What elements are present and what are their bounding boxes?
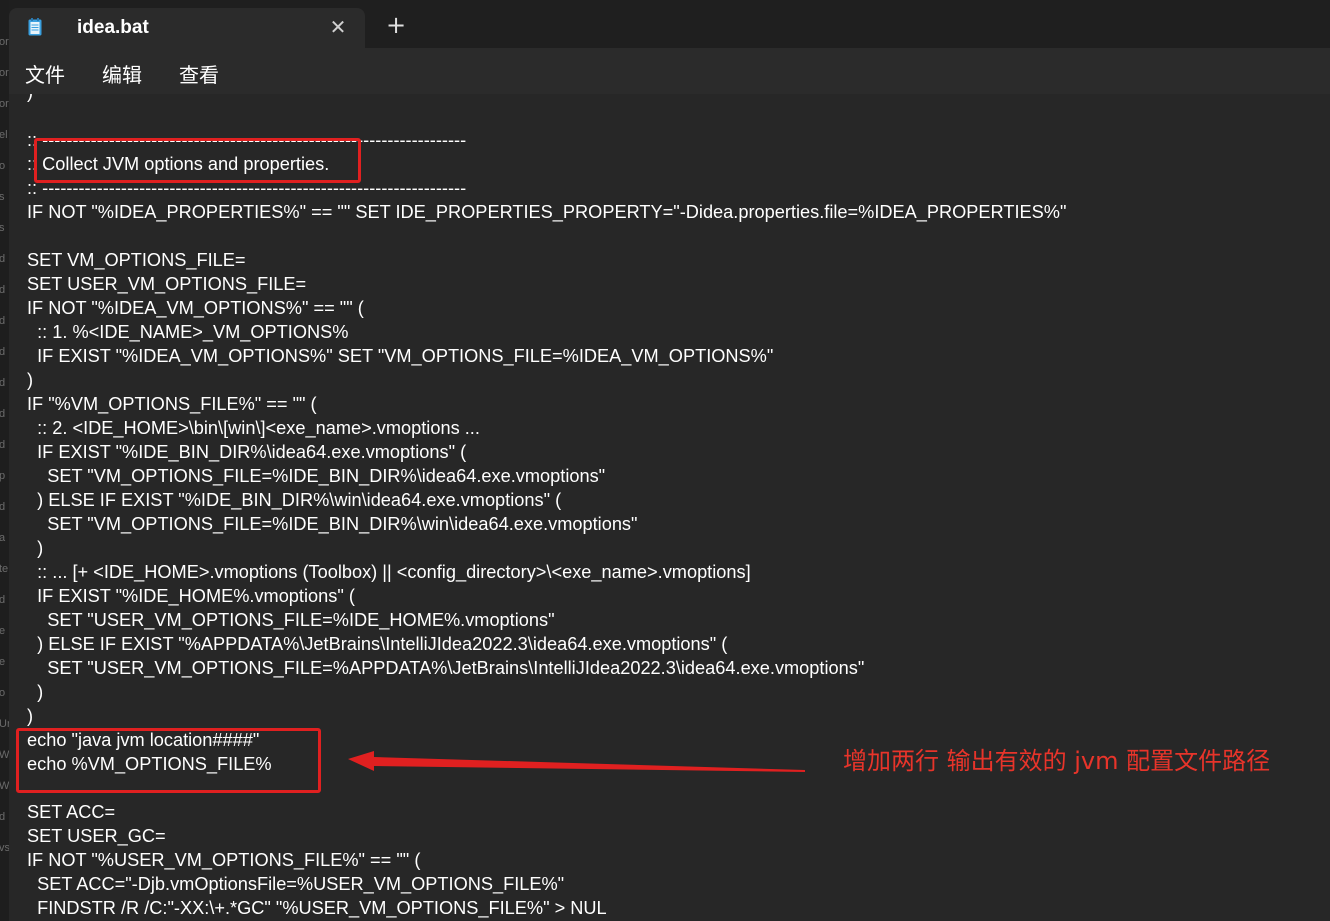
code-line: SET USER_VM_OPTIONS_FILE= bbox=[27, 274, 307, 294]
code-line: SET "USER_VM_OPTIONS_FILE=%IDE_HOME%.vmo… bbox=[27, 610, 555, 630]
code-line: ) bbox=[27, 706, 34, 726]
background-text-fragment: d bbox=[0, 439, 6, 451]
background-text-fragment: s bbox=[0, 191, 5, 203]
background-window-strip: or or or el o s s d d d d d d d p d a te d e e o Ur W Wd vs bbox=[0, 0, 9, 921]
background-text-fragment: or bbox=[0, 98, 9, 110]
background-text-fragment: te bbox=[0, 563, 9, 575]
background-text-fragment: W bbox=[0, 780, 9, 792]
background-text-fragment: d bbox=[0, 346, 6, 358]
code-line: SET ACC="-Djb.vmOptionsFile=%USER_VM_OPT… bbox=[27, 874, 565, 894]
code-line: :: 1. %<IDE_NAME>_VM_OPTIONS% bbox=[27, 322, 349, 342]
background-text-fragment: o bbox=[0, 687, 6, 699]
background-text-fragment: d bbox=[0, 408, 6, 420]
annotation-box-collect-jvm bbox=[34, 138, 361, 183]
background-text-fragment: a bbox=[0, 532, 6, 544]
notepad-icon bbox=[28, 18, 42, 36]
code-line: SET ACC= bbox=[27, 802, 116, 822]
background-text-fragment: s bbox=[0, 222, 5, 234]
code-line: IF "%VM_OPTIONS_FILE%" == "" ( bbox=[27, 394, 317, 414]
background-text-fragment: d bbox=[0, 501, 6, 513]
background-text-fragment: or bbox=[0, 36, 9, 48]
code-line: ) bbox=[27, 538, 44, 558]
code-line: IF EXIST "%IDE_BIN_DIR%\idea64.exe.vmopt… bbox=[27, 442, 467, 462]
new-tab-button[interactable]: + bbox=[385, 13, 407, 37]
background-text-fragment: d bbox=[0, 284, 6, 296]
background-text-fragment: o bbox=[0, 160, 6, 172]
code-line: SET "VM_OPTIONS_FILE=%IDE_BIN_DIR%\idea6… bbox=[27, 466, 606, 486]
code-line: FINDSTR /R /C:"-XX:\+.*GC" "%USER_VM_OPT… bbox=[27, 898, 607, 918]
background-text-fragment: e bbox=[0, 656, 6, 668]
code-line: ) bbox=[27, 94, 33, 104]
annotation-text: 增加两行 输出有效的 jvm 配置文件路径 bbox=[843, 747, 1271, 775]
code-line: SET "USER_VM_OPTIONS_FILE=%APPDATA%\JetB… bbox=[27, 658, 865, 678]
menu-view[interactable]: 查看 bbox=[179, 59, 219, 88]
background-text-fragment: d bbox=[0, 594, 6, 606]
annotation-arrow bbox=[348, 751, 805, 772]
code-line: IF NOT "%USER_VM_OPTIONS_FILE%" == "" ( bbox=[27, 850, 421, 870]
menu-file[interactable]: 文件 bbox=[25, 59, 65, 88]
code-line: ) ELSE IF EXIST "%APPDATA%\JetBrains\Int… bbox=[27, 634, 728, 654]
menu-edit[interactable]: 编辑 bbox=[102, 59, 142, 88]
background-text-fragment: d bbox=[0, 315, 6, 327]
code-line: IF EXIST "%IDE_HOME%.vmoptions" ( bbox=[27, 586, 355, 606]
menu-bar: 文件 编辑 查看 bbox=[9, 48, 1330, 94]
background-text-fragment: Ur bbox=[0, 718, 9, 730]
background-text-fragment: d bbox=[0, 377, 6, 389]
annotation-box-echo-lines bbox=[16, 728, 321, 793]
code-line: SET "VM_OPTIONS_FILE=%IDE_BIN_DIR%\win\i… bbox=[27, 514, 638, 534]
code-line: SET VM_OPTIONS_FILE= bbox=[27, 250, 246, 270]
background-text-fragment: W bbox=[0, 749, 9, 761]
code-line: ) ELSE IF EXIST "%IDE_BIN_DIR%\win\idea6… bbox=[27, 490, 562, 510]
code-line: ) bbox=[27, 682, 44, 702]
code-line: :: 2. <IDE_HOME>\bin\[win\]<exe_name>.vm… bbox=[27, 418, 480, 438]
background-text-fragment: d bbox=[0, 253, 6, 265]
background-text-fragment: el bbox=[0, 129, 8, 141]
background-text-fragment: or bbox=[0, 67, 9, 79]
code-line: :: ... [+ <IDE_HOME>.vmoptions (Toolbox)… bbox=[27, 562, 751, 582]
code-line: ) bbox=[27, 370, 34, 390]
tab-idea-bat[interactable]: idea.bat ✕ bbox=[9, 8, 365, 48]
background-text-fragment: vs bbox=[0, 842, 9, 854]
close-icon[interactable]: ✕ bbox=[329, 17, 347, 37]
code-line: IF NOT "%IDEA_PROPERTIES%" == "" SET IDE… bbox=[27, 202, 1067, 222]
code-line: SET USER_GC= bbox=[27, 826, 166, 846]
background-text-fragment: p bbox=[0, 470, 6, 482]
code-line: IF EXIST "%IDEA_VM_OPTIONS%" SET "VM_OPT… bbox=[27, 346, 774, 366]
background-text-fragment: e bbox=[0, 625, 6, 637]
code-line: IF NOT "%IDEA_VM_OPTIONS%" == "" ( bbox=[27, 298, 364, 318]
title-bar: idea.bat ✕ + bbox=[9, 0, 1330, 48]
tab-title: idea.bat bbox=[77, 17, 149, 38]
text-editor[interactable]: ):: ------------------------------------… bbox=[9, 94, 1330, 921]
background-text-fragment: d bbox=[0, 811, 6, 823]
